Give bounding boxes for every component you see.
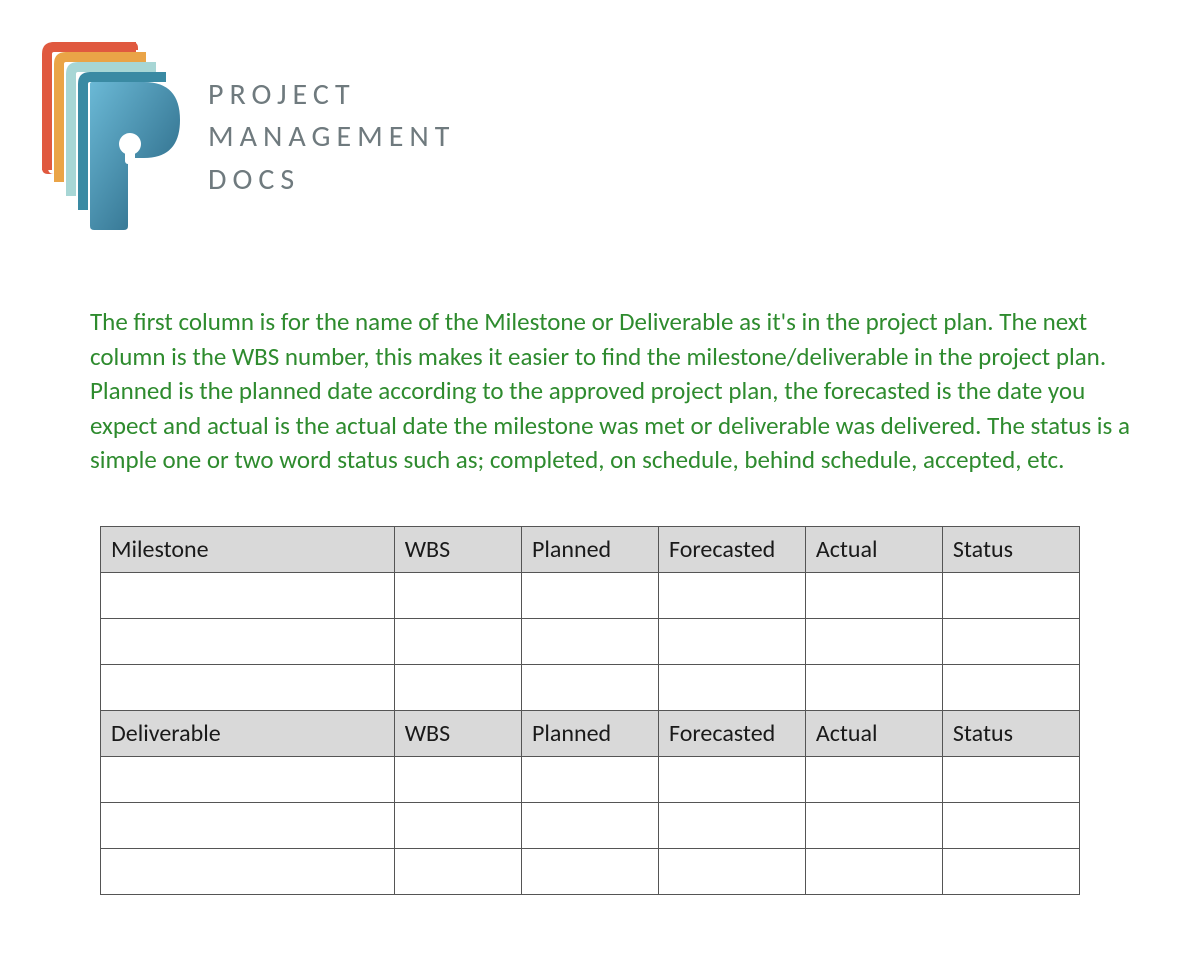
cell xyxy=(521,802,658,848)
table-row xyxy=(101,618,1080,664)
col-header-forecasted: Forecasted xyxy=(659,526,806,572)
cell xyxy=(521,572,658,618)
col-header-status: Status xyxy=(942,526,1079,572)
cell xyxy=(521,756,658,802)
cell xyxy=(805,664,942,710)
instruction-paragraph: The first column is for the name of the … xyxy=(90,305,1130,478)
cell xyxy=(805,848,942,894)
cell xyxy=(101,664,395,710)
cell xyxy=(659,664,806,710)
cell xyxy=(659,802,806,848)
brand-logo-icon xyxy=(40,40,180,235)
cell xyxy=(805,572,942,618)
cell xyxy=(659,572,806,618)
cell xyxy=(942,848,1079,894)
col-header-milestone: Milestone xyxy=(101,526,395,572)
cell xyxy=(805,756,942,802)
deliverable-header-row: Deliverable WBS Planned Forecasted Actua… xyxy=(101,710,1080,756)
cell xyxy=(394,572,521,618)
col-header-wbs: WBS xyxy=(394,710,521,756)
cell xyxy=(521,618,658,664)
cell xyxy=(805,618,942,664)
cell xyxy=(101,848,395,894)
cell xyxy=(942,664,1079,710)
table-row xyxy=(101,572,1080,618)
document-page: PROJECT MANAGEMENT DOCS The first column… xyxy=(0,0,1200,935)
milestone-deliverable-table: Milestone WBS Planned Forecasted Actual … xyxy=(100,526,1080,895)
col-header-deliverable: Deliverable xyxy=(101,710,395,756)
col-header-actual: Actual xyxy=(805,526,942,572)
cell xyxy=(101,802,395,848)
cell xyxy=(101,618,395,664)
table-row xyxy=(101,802,1080,848)
cell xyxy=(394,756,521,802)
cell xyxy=(394,802,521,848)
col-header-wbs: WBS xyxy=(394,526,521,572)
col-header-actual: Actual xyxy=(805,710,942,756)
col-header-planned: Planned xyxy=(521,710,658,756)
brand-title: PROJECT MANAGEMENT DOCS xyxy=(208,75,455,201)
col-header-planned: Planned xyxy=(521,526,658,572)
cell xyxy=(394,618,521,664)
brand-line-2: MANAGEMENT xyxy=(208,117,455,158)
cell xyxy=(521,664,658,710)
cell xyxy=(101,572,395,618)
cell xyxy=(659,618,806,664)
tables-container: Milestone WBS Planned Forecasted Actual … xyxy=(100,526,1080,895)
table-row xyxy=(101,848,1080,894)
table-row xyxy=(101,664,1080,710)
cell xyxy=(659,848,806,894)
table-row xyxy=(101,756,1080,802)
cell xyxy=(394,848,521,894)
table-body: Milestone WBS Planned Forecasted Actual … xyxy=(101,526,1080,894)
col-header-status: Status xyxy=(942,710,1079,756)
col-header-forecasted: Forecasted xyxy=(659,710,806,756)
cell xyxy=(394,664,521,710)
milestone-header-row: Milestone WBS Planned Forecasted Actual … xyxy=(101,526,1080,572)
document-header: PROJECT MANAGEMENT DOCS xyxy=(40,40,1140,235)
cell xyxy=(805,802,942,848)
cell xyxy=(101,756,395,802)
cell xyxy=(942,756,1079,802)
cell xyxy=(659,756,806,802)
cell xyxy=(942,572,1079,618)
cell xyxy=(521,848,658,894)
brand-line-3: DOCS xyxy=(208,160,455,201)
brand-line-1: PROJECT xyxy=(208,75,455,116)
cell xyxy=(942,802,1079,848)
cell xyxy=(942,618,1079,664)
